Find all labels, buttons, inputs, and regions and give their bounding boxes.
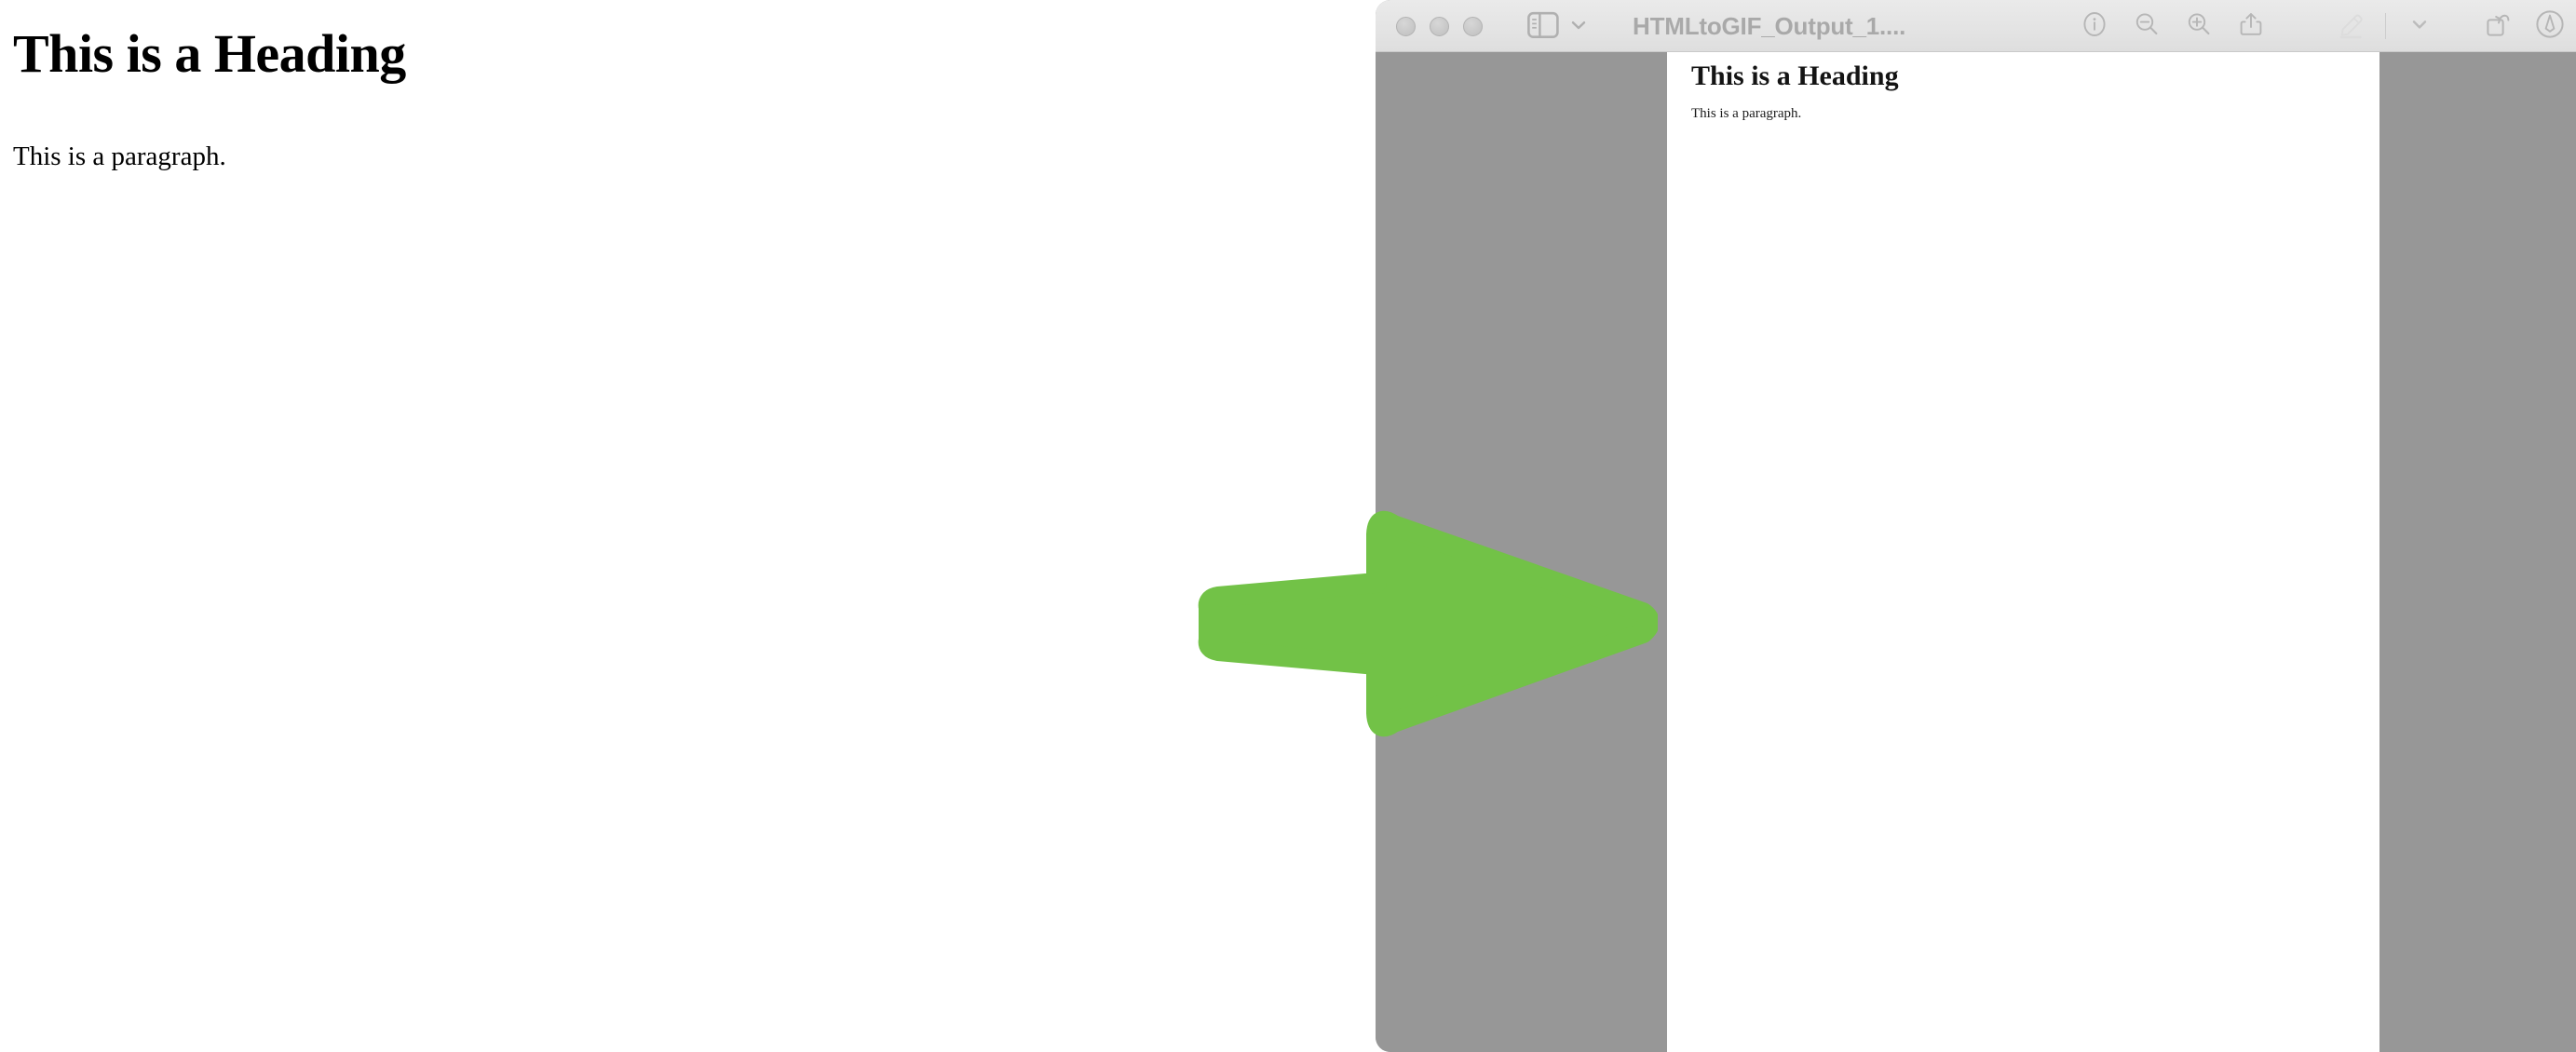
document-viewport[interactable]: This is a Heading This is a paragraph. — [1376, 52, 2576, 1052]
window-toolbar: HTMLtoGIF_Output_1.... — [1376, 0, 2576, 52]
sidebar-icon[interactable] — [1527, 11, 1559, 44]
page-paragraph: This is a paragraph. — [13, 142, 226, 171]
toolbar-separator — [2385, 13, 2386, 39]
share-icon — [2237, 10, 2265, 43]
close-button[interactable] — [1396, 17, 1416, 36]
browser-rendered-page: This is a Heading This is a paragraph. — [0, 0, 1376, 1052]
page-heading: This is a Heading — [13, 23, 406, 84]
zoom-in-button[interactable] — [2173, 0, 2225, 52]
rotate-left-button[interactable] — [2472, 0, 2524, 52]
markup-button[interactable] — [2325, 0, 2378, 52]
zoom-out-button[interactable] — [2121, 0, 2173, 52]
chevron-down-icon — [2408, 13, 2431, 40]
window-traffic-lights — [1396, 17, 1483, 36]
minimize-button[interactable] — [1430, 17, 1449, 36]
document-heading: This is a Heading — [1691, 61, 1899, 91]
markup-options-button[interactable] — [2393, 0, 2446, 52]
rotate-left-icon — [2483, 9, 2513, 44]
magnifier-minus-icon — [2133, 10, 2161, 43]
sidebar-toggle-group — [1527, 11, 1589, 44]
document-page: This is a Heading This is a paragraph. — [1667, 52, 2379, 1052]
magnifier-plus-icon — [2185, 10, 2213, 43]
pencil-markup-icon — [2337, 9, 2366, 44]
document-paragraph: This is a paragraph. — [1691, 106, 1802, 121]
window-title: HTMLtoGIF_Output_1.... — [1633, 11, 1906, 40]
preview-app-window: HTMLtoGIF_Output_1.... This is a Heading… — [1376, 0, 2576, 1052]
info-circle-icon — [2081, 10, 2108, 43]
maximize-button[interactable] — [1463, 17, 1483, 36]
annotate-pen-circle-icon — [2534, 8, 2566, 45]
annotate-button[interactable] — [2524, 0, 2576, 52]
toolbar-actions — [2068, 0, 2576, 52]
info-button[interactable] — [2068, 0, 2121, 52]
chevron-down-icon[interactable] — [1568, 15, 1589, 40]
share-button[interactable] — [2225, 0, 2277, 52]
